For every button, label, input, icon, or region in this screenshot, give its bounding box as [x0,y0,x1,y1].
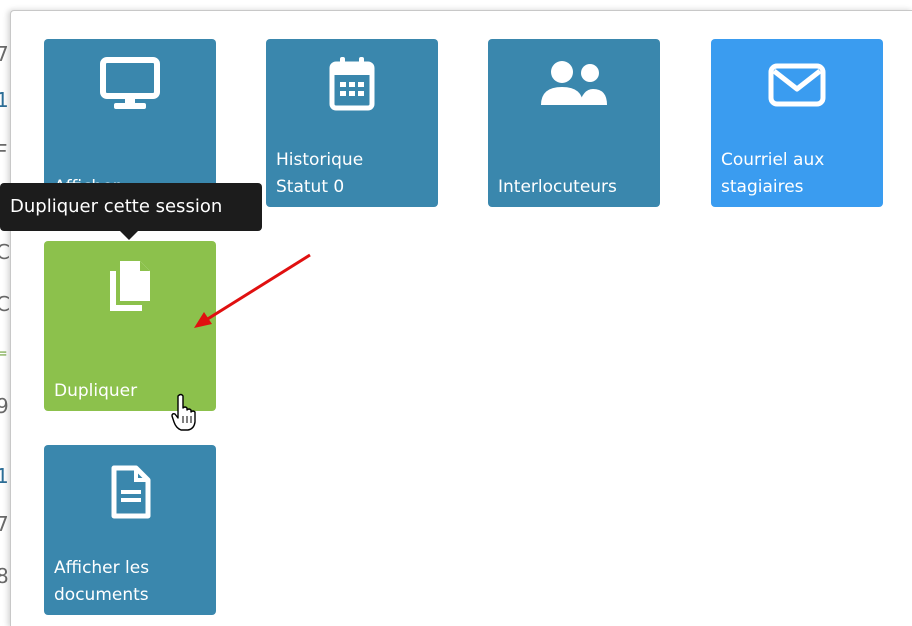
background-text-fragment: C [0,292,10,316]
background-text-fragment: 8 [0,564,9,588]
background-text-fragment: 7 [0,42,9,66]
afficher-tile[interactable]: Afficher [44,39,216,207]
interlocuteurs-tile[interactable]: Interlocuteurs [488,39,660,207]
tile-label: Historique Statut 0 [276,150,364,197]
historique-tile[interactable]: Historique Statut 0 [266,39,438,207]
tile-label: Dupliquer [54,381,138,401]
background-text-fragment: F [0,140,8,164]
background-page: 7 1 F C C = 9 1 7 8 [0,0,10,626]
calendar-icon [266,55,438,111]
background-text-fragment: 1 [0,88,9,112]
actions-modal: Afficher Historique Statut 0 [10,10,912,626]
background-text-fragment: = [0,346,8,362]
tooltip: Dupliquer cette session [0,183,262,231]
tooltip-caret [120,231,138,240]
background-text-fragment: 1 [0,464,9,488]
background-text-fragment: 9 [0,394,9,418]
monitor-icon [44,57,216,111]
tile-label: Afficher les documents [54,558,150,605]
copy-icon [44,257,216,315]
background-text-fragment: 7 [0,512,9,536]
document-icon [44,465,216,519]
tile-label: Courriel aux stagiaires [721,150,825,197]
tile-label: Interlocuteurs [498,177,617,197]
users-icon [488,59,660,109]
envelope-icon [711,63,883,107]
courriel-tile[interactable]: Courriel aux stagiaires [711,39,883,207]
background-text-fragment: C [0,240,10,264]
screen: 7 1 F C C = 9 1 7 8 Afficher [0,0,912,626]
afficher-documents-tile[interactable]: Afficher les documents [44,445,216,615]
dupliquer-tile[interactable]: Dupliquer [44,241,216,411]
